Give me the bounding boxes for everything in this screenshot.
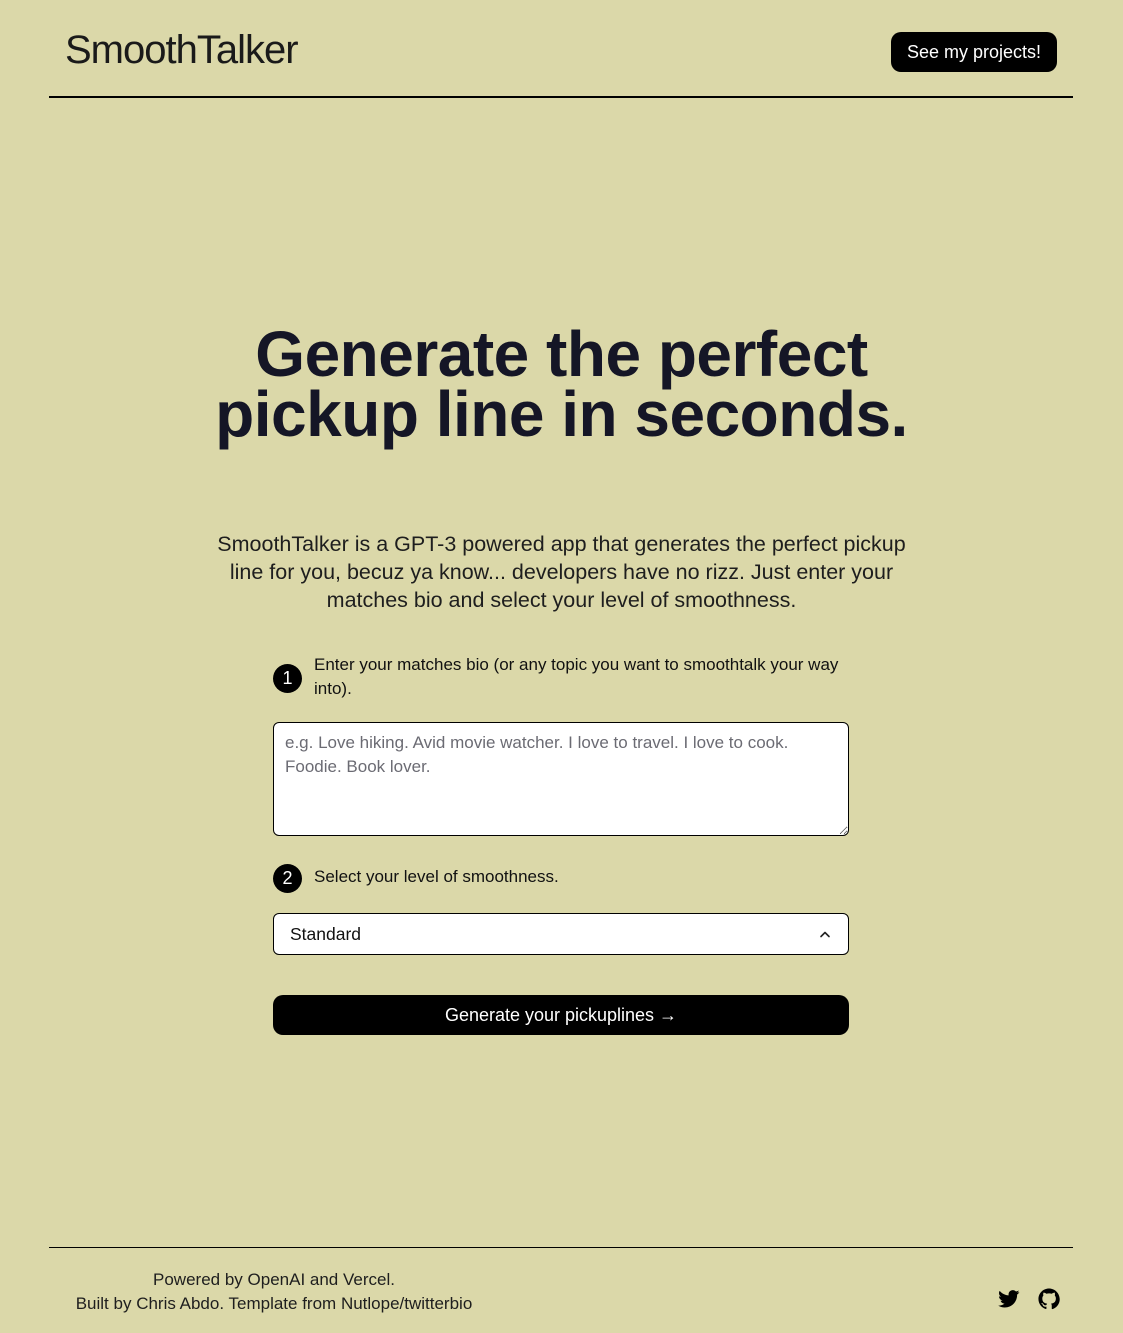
powered-by-line: Powered by OpenAI and Vercel. [49, 1268, 499, 1292]
step-1: 1 Enter your matches bio (or any topic y… [273, 653, 849, 701]
step-2-label: Select your level of smoothness. [314, 867, 559, 886]
smoothness-select[interactable]: Standard [273, 913, 849, 955]
logo[interactable]: SmoothTalker [65, 28, 299, 73]
openai-link[interactable]: OpenAI [248, 1270, 306, 1289]
footer-divider [49, 1247, 1073, 1248]
site-header: SmoothTalker See my projects! [49, 0, 1073, 98]
footer-credits: Powered by OpenAI and Vercel. Built by C… [49, 1268, 499, 1316]
step-1-label: Enter your matches bio (or any topic you… [314, 653, 849, 701]
template-link[interactable]: Nutlope/twitterbio [341, 1294, 472, 1313]
template-text: . Template from [219, 1294, 341, 1313]
smoothness-selected-value: Standard [290, 923, 362, 944]
github-icon[interactable] [1037, 1287, 1061, 1311]
hero-subtitle: SmoothTalker is a GPT-3 powered app that… [217, 532, 906, 612]
generate-button[interactable]: Generate your pickuplines → [273, 995, 849, 1035]
step-2-badge: 2 [273, 864, 302, 893]
hero-title: Generate the perfect pickup line in seco… [215, 318, 908, 450]
period-text: . [390, 1270, 395, 1289]
twitter-icon[interactable] [997, 1287, 1021, 1311]
vercel-link[interactable]: Vercel [343, 1270, 390, 1289]
built-by-line: Built by Chris Abdo. Template from Nutlo… [49, 1292, 499, 1316]
step-2: 2 Select your level of smoothness. [273, 864, 849, 893]
step-1-badge: 1 [273, 664, 302, 693]
step-1-label-main: Enter your matches bio [314, 655, 489, 674]
author-link[interactable]: Chris Abdo [136, 1294, 219, 1313]
and-text: and [305, 1270, 343, 1289]
powered-by-text: Powered by [153, 1270, 248, 1289]
see-projects-button[interactable]: See my projects! [890, 32, 1057, 72]
built-by-text: Built by [75, 1294, 137, 1313]
chevron-up-icon [818, 927, 832, 941]
bio-input[interactable] [273, 722, 849, 836]
